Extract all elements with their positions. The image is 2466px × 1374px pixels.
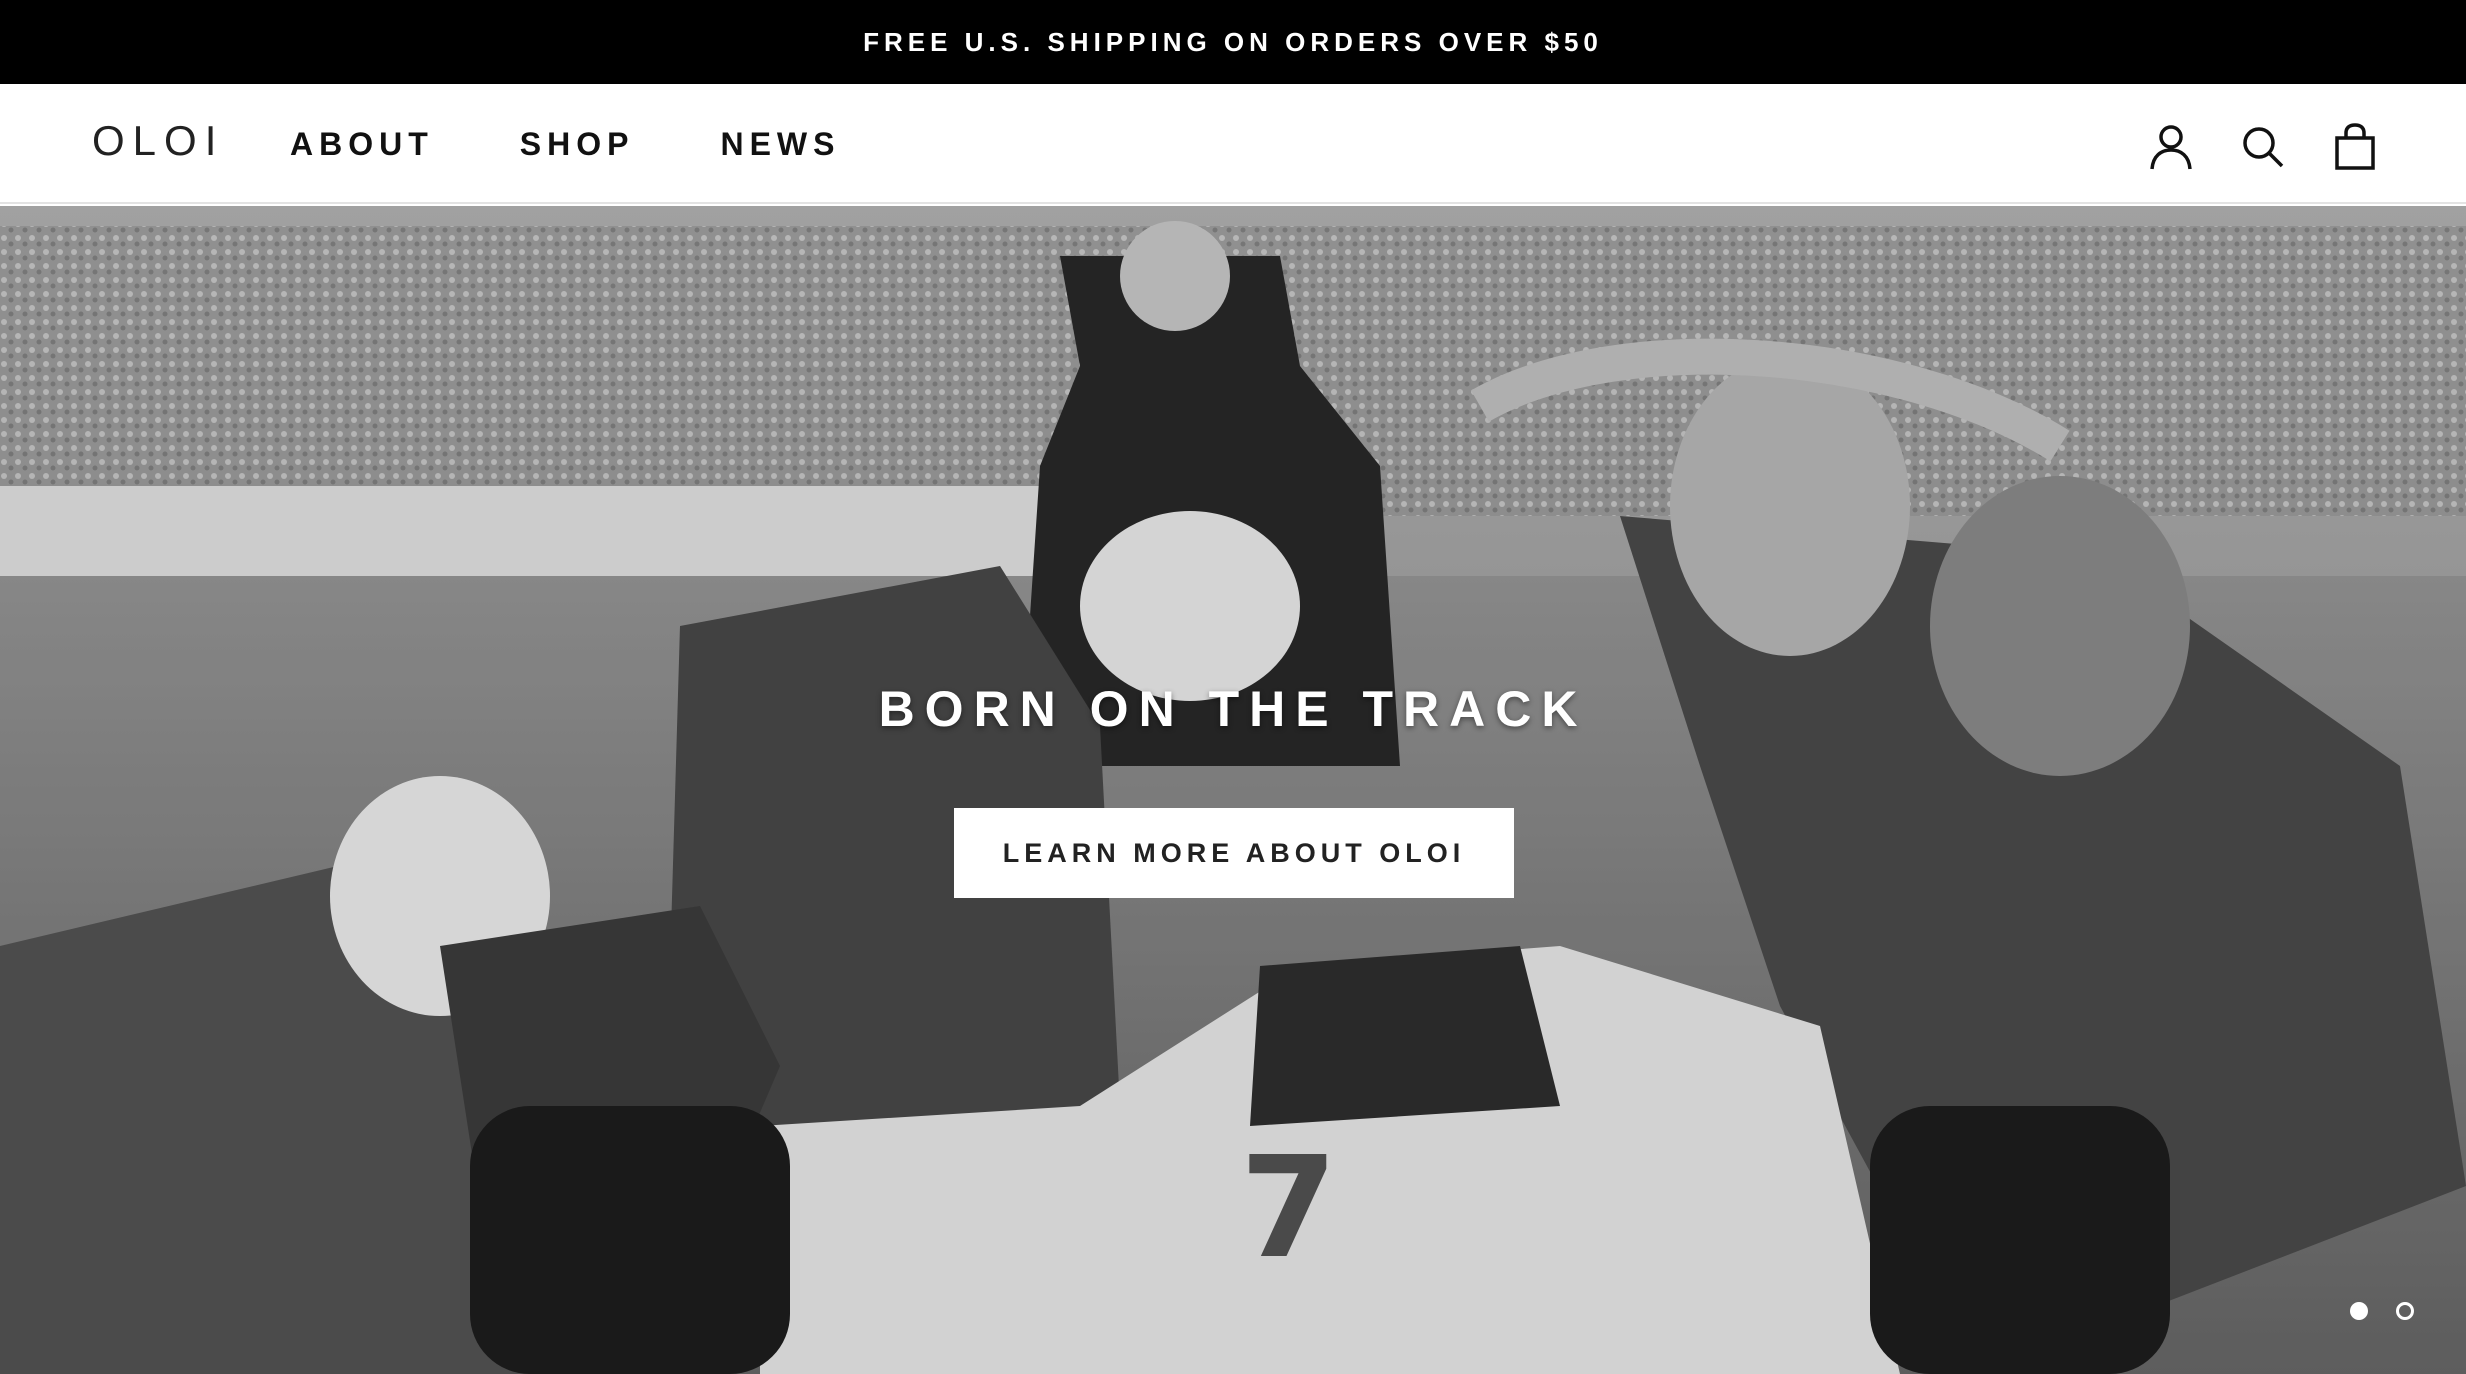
nav-item-shop[interactable]: SHOP (520, 126, 635, 163)
site-header: OLOI ABOUT SHOP NEWS (0, 84, 2466, 204)
account-icon[interactable] (2146, 122, 2196, 172)
hero-banner: 7 BORN ON THE TRACK LEARN MORE ABOUT OLO… (0, 206, 2466, 1374)
announcement-bar: FREE U.S. SHIPPING ON ORDERS OVER $50 (0, 0, 2466, 84)
slide-dot-1[interactable] (2350, 1302, 2368, 1320)
header-icons (2104, 122, 2380, 172)
logo[interactable]: OLOI (92, 117, 224, 165)
search-icon[interactable] (2238, 122, 2288, 172)
nav-item-news[interactable]: NEWS (720, 126, 840, 163)
nav-item-about[interactable]: ABOUT (290, 126, 434, 163)
hero-image: 7 (0, 206, 2466, 1374)
learn-more-button[interactable]: LEARN MORE ABOUT OLOI (954, 808, 1514, 898)
announcement-text: FREE U.S. SHIPPING ON ORDERS OVER $50 (863, 26, 1603, 57)
slide-dot-2[interactable] (2396, 1302, 2414, 1320)
slideshow-dots (2322, 1302, 2414, 1320)
cart-icon[interactable] (2330, 122, 2380, 172)
hero-title: BORN ON THE TRACK (878, 681, 1588, 737)
main-nav: ABOUT SHOP NEWS (290, 126, 926, 163)
